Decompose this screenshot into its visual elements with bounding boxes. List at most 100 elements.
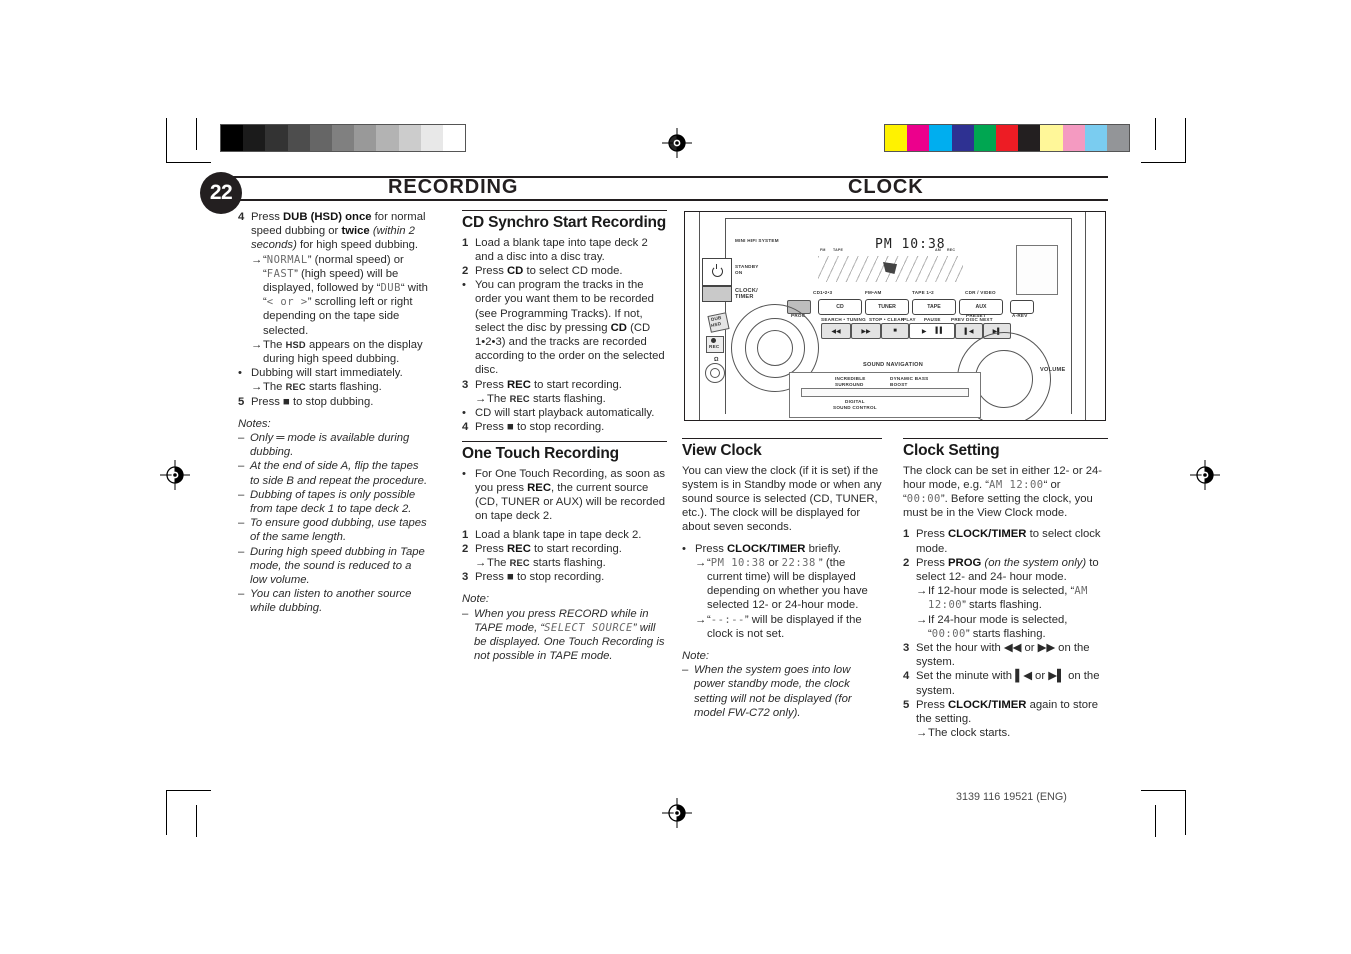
gray-patch-2 [265,125,288,151]
note-item: – Only ═ mode is available during dubbing… [238,431,430,459]
list-item: → If 24-hour mode is selected, “00:00” s… [903,613,1108,641]
arrow-text: The REC starts flashing. [263,381,382,394]
list-item: 3 Press REC to start recording. [462,378,667,392]
arrow-icon: → [475,557,487,570]
arrow-text: If 12-hour mode is selected, “AM 12:00” … [928,585,1088,612]
arrow-icon: → [916,613,928,626]
gray-patch-4 [309,125,332,151]
section-rule [682,438,882,439]
note-item: – At the end of side A, flip the tapes to… [238,459,430,487]
bullet-text: For One Touch Recording, as soon as you … [475,467,666,523]
list-item: 1 Load a blank tape in tape deck 2. [462,528,667,542]
step-marker: 2 [462,264,469,277]
source-button-cd[interactable]: CD [818,299,862,315]
step-text: Load a blank tape into tape deck 2 and a… [475,236,648,263]
list-item: 1 Load a blank tape into tape deck 2 and… [462,236,667,264]
step-text: Load a blank tape in tape deck 2. [475,528,642,541]
stop-button[interactable]: ■ [881,323,909,339]
color-patch-10 [1106,125,1130,151]
note-text: You can listen to another source while d… [250,588,412,615]
note-item: – To ensure good dubbing, use tapes of th… [238,516,430,544]
header-rule-top [232,176,1108,179]
list-item: → The REC starts flashing. [238,380,430,394]
color-patch-3 [951,125,974,151]
arrow-text: If 24-hour mode is selected, “00:00” sta… [928,613,1068,640]
registration-mark-top [662,128,692,158]
bullet-text: Press CLOCK/TIMER briefly. [695,542,842,555]
list-item: 5 Press CLOCK/TIMER again to store the s… [903,698,1108,726]
list-item: • Dubbing will start immediately. [238,366,430,380]
step-marker: 1 [903,528,910,541]
list-item: → “--:--” will be displayed if the clock… [682,613,882,641]
aux-button-label: AUX [975,304,987,310]
lcd-indicator-rec: REC [947,248,956,252]
color-patch-6 [1018,125,1041,151]
notes-label: Notes: [238,417,271,430]
lcd-indicator-am: AM [935,248,941,252]
step-text: Press PROG (on the system only) to selec… [916,556,1099,583]
note-text: When the system goes into low power stan… [694,664,852,719]
clock-timer-button[interactable] [702,286,732,302]
color-patch-7 [1040,125,1063,151]
volume-dial-inner[interactable] [975,350,1033,408]
list-item: → If 12-hour mode is selected, “AM 12:00… [903,584,1108,612]
play-pause-button[interactable]: ▶ ▐▐ [909,323,955,339]
list-item: • CD will start playback automatically. [462,406,667,420]
source-button-tuner[interactable]: TUNER [865,299,909,315]
color-patch-5 [995,125,1019,151]
rec-label: REC [709,344,720,349]
bullet-icon: • [462,467,466,480]
step-text: Press ■ to stop dubbing. [251,395,374,408]
note-text: During high speed dubbing in Tape mode, … [250,545,425,587]
note-label: Note: [462,593,490,606]
rewind-button[interactable]: ◀◀ [821,323,851,339]
note-text: Dubbing of tapes is only possible from t… [250,488,416,516]
arrow-text: The REC starts flashing. [487,557,606,570]
step-text: Press CLOCK/TIMER to select clock mode. [916,528,1101,555]
registration-mark-bottom [662,798,692,828]
gray-patch-0 [221,125,244,151]
volume-label: VOLUME [1040,367,1066,373]
section-rule [903,438,1108,439]
cd-button-label: CD [836,304,844,310]
product-front-panel-diagram: MINI HIFI SYSTEM STANDBY ON CLOCK/ TIMER… [684,211,1106,421]
list-item: 1 Press CLOCK/TIMER to select clock mode… [903,527,1108,555]
step-marker: 3 [462,571,469,584]
step-marker: 3 [903,641,910,654]
previous-button[interactable]: ▌◀ [955,323,983,339]
column-recording-steps: 4 Press DUB (HSD) once for normal speed … [238,210,430,616]
step-text: Press REC to start recording. [475,378,622,391]
section-rule [462,210,667,211]
document-code: 3139 116 19521 (ENG) [956,791,1067,803]
arrow-icon: → [251,253,263,266]
note-item: – You can listen to another source while … [238,587,430,615]
power-icon-stem [716,264,718,269]
list-item: 4 Press DUB (HSD) once for normal speed … [238,210,430,253]
step-marker: 2 [462,542,469,555]
list-item: • Press CLOCK/TIMER briefly. [682,542,882,556]
step-marker: 5 [238,395,245,408]
dash-icon: – [238,460,245,473]
note-item: – During high speed dubbing in Tape mode,… [238,545,430,588]
note-item: – Dubbing of tapes is only possible from … [238,488,430,516]
stop-icon: ■ [507,421,514,434]
dash-icon: – [238,488,245,501]
page-title-clock: CLOCK [848,176,924,198]
dash-icon: – [238,517,245,530]
gray-patch-1 [243,125,266,151]
tuner-button-label: TUNER [878,304,896,310]
source-label-cdr-video: CDR / VIDEO [965,290,996,295]
list-item: 3 Set the hour with ◀◀ or ▶▶ on the syst… [903,641,1108,669]
cassette-door[interactable] [1016,245,1058,295]
dash-icon: – [238,545,245,558]
sound-navigation-slider[interactable] [801,388,969,397]
column-cd-synchro: CD Synchro Start Recording 1 Load a blan… [462,210,667,663]
section-heading-one-touch: One Touch Recording [462,445,619,463]
next-track-icon: ▶▌ [1048,670,1065,683]
source-button-tape[interactable]: TAPE [912,299,956,315]
a-rev-button[interactable] [1010,300,1034,314]
gray-patch-5 [331,125,355,151]
forward-button[interactable]: ▶▶ [851,323,881,339]
dash-icon: – [238,432,245,445]
step-text: Set the minute with ▌◀ or ▶▌ on the syst… [916,670,1100,697]
